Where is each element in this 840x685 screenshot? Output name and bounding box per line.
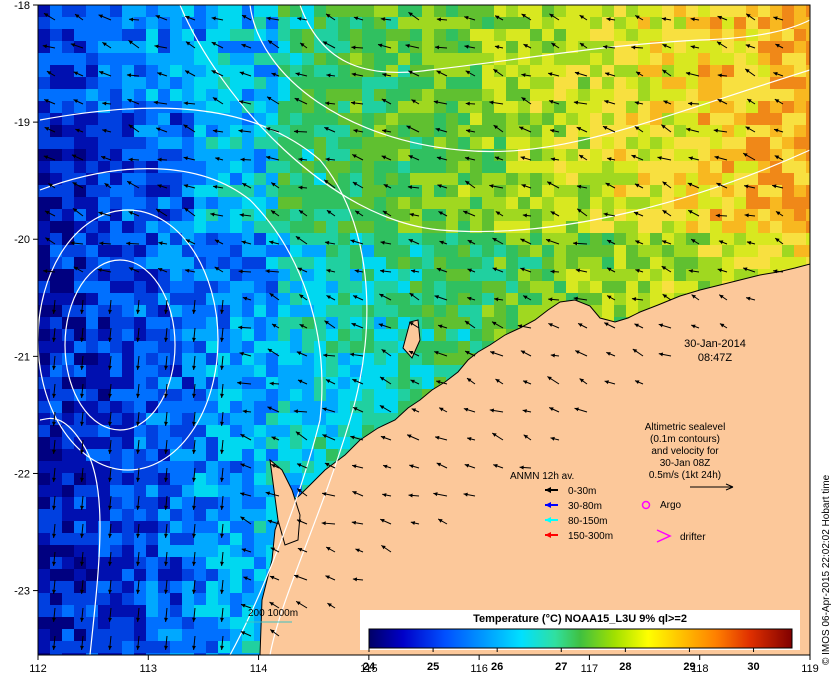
anmn-legend-title: ANMN 12h av. [510,471,574,482]
x-tick-label: 119 [801,663,819,675]
x-tick-label: 116 [470,663,488,675]
altimetry-line-3: and velocity for [651,446,719,457]
colorbar-tick-label: 26 [491,661,503,673]
altimetry-line-4: 30-Jan 08Z [660,458,711,469]
x-tick-label: 117 [581,663,599,675]
y-tick-label: -22 [14,468,30,480]
anmn-legend-label: 30-80m [568,501,602,512]
altimetry-line-5: 0.5m/s (1kt 24h) [649,470,721,481]
colorbar-tick-label: 28 [619,661,631,673]
anmn-legend-label: 80-150m [568,516,607,527]
y-tick-label: -23 [14,586,30,598]
date-label: 30-Jan-2014 [684,338,746,350]
colorbar-tick-label: 24 [363,661,376,673]
colorbar-tick-label: 29 [683,661,695,673]
colorbar-title: Temperature (°C) NOAA15_L3U 9% ql>=2 [473,613,687,625]
altimetry-line-2: (0.1m contours) [650,434,720,445]
anmn-legend-label: 150-300m [568,531,613,542]
latitude-axis: -18 -19 -20 -21 -22 -23 [14,0,38,598]
colorbar-tick-label: 25 [427,661,439,673]
y-tick-label: -18 [14,0,30,12]
longitude-axis: 112 113 114 115 116 117 118 119 [29,655,819,675]
y-tick-label: -21 [14,351,30,363]
isobath-label: 200 1000m [248,608,298,619]
anmn-legend-label: 0-30m [568,486,596,497]
map-plot-area [37,4,811,656]
colorbar-tick-label: 27 [555,661,567,673]
x-tick-label: 114 [250,663,268,675]
time-label: 08:47Z [698,352,733,364]
y-tick-label: -19 [14,117,30,129]
argo-label: Argo [660,500,682,511]
x-tick-label: 112 [29,663,47,675]
drifter-label: drifter [680,532,706,543]
sst-map-figure: 112 113 114 115 116 117 118 119 -18 -19 -20 -21 -22… [0,0,840,680]
credit-line: © IMOS 06-Apr-2015 22:02:02 Hobart time [821,474,832,665]
colorbar-tick-label: 30 [747,661,759,673]
altimetry-line-1: Altimetric sealevel [645,422,726,433]
colorbar-gradient [368,628,793,649]
x-tick-label: 113 [140,663,158,675]
y-tick-label: -20 [14,234,30,246]
